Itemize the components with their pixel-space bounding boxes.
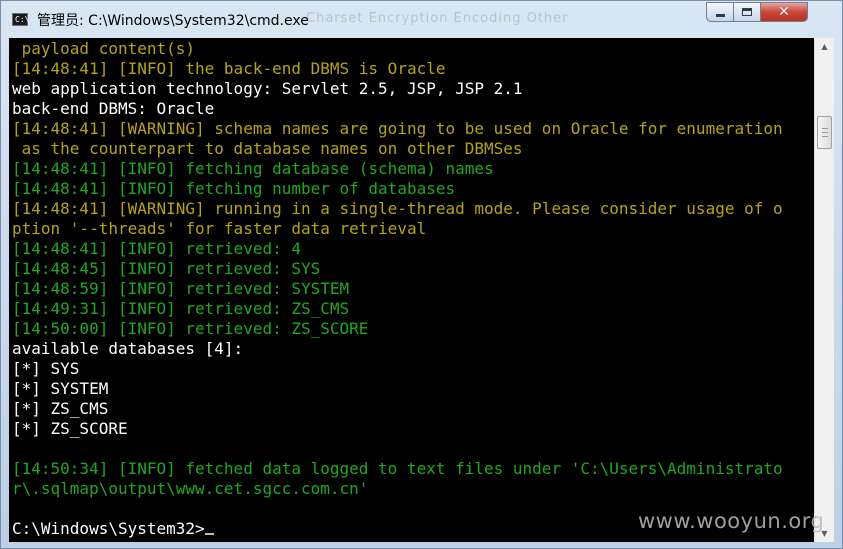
console-line: [14:48:41] [INFO] fetching number of dat… — [12, 179, 456, 198]
maximize-button[interactable] — [734, 2, 761, 22]
minimize-icon — [715, 14, 725, 17]
console-line: [14:48:41] [INFO] fetching database (sch… — [12, 159, 494, 178]
console-lines: payload content(s) [14:48:41] [INFO] the … — [12, 39, 783, 539]
console-line: back-end DBMS: Oracle — [12, 99, 215, 118]
command-prompt: C:\Windows\System32> — [12, 519, 205, 538]
close-button[interactable]: ✕ — [761, 2, 808, 22]
close-icon: ✕ — [778, 4, 790, 20]
scroll-up-icon[interactable]: ▲ — [815, 38, 834, 55]
console-line: [*] SYSTEM — [12, 379, 109, 398]
console-line: [14:48:41] [INFO] retrieved: 4 — [12, 239, 301, 258]
minimize-button[interactable] — [706, 2, 734, 22]
console-output-area[interactable]: payload content(s) [14:48:41] [INFO] the … — [9, 38, 814, 542]
console-line: [14:50:00] [INFO] retrieved: ZS_SCORE — [12, 319, 369, 338]
grip-icon — [822, 128, 828, 137]
console-line: [*] SYS — [12, 359, 80, 378]
console-line: r\.sqlmap\output\www.cet.sgcc.com.cn' — [12, 479, 369, 498]
background-menu-text: Charset Encryption Encoding Other — [306, 11, 569, 26]
console-line: [14:48:45] [INFO] retrieved: SYS — [12, 259, 321, 278]
console-line: [*] ZS_SCORE — [12, 419, 128, 438]
window-title: 管理员: C:\Windows\System32\cmd.exe — [37, 13, 309, 29]
console-line: [*] ZS_CMS — [12, 399, 109, 418]
app-icon-label: C:\ — [15, 15, 30, 24]
console-line: ption '--threads' for faster data retrie… — [12, 219, 427, 238]
watermark: www.wooyun.org — [638, 509, 825, 533]
console-line: available databases [4]: — [12, 339, 244, 358]
scrollbar-thumb[interactable] — [817, 116, 832, 149]
console-line: [14:49:31] [INFO] retrieved: ZS_CMS — [12, 299, 350, 318]
console-line: web application technology: Servlet 2.5,… — [12, 79, 523, 98]
maximize-icon — [742, 8, 752, 16]
cmd-window: Charset Encryption Encoding Other C:\ 管理… — [0, 0, 843, 549]
vertical-scrollbar[interactable]: ▲ ▼ — [814, 38, 834, 542]
console-line: [14:48:41] [WARNING] schema names are go… — [12, 119, 783, 138]
console-line: payload content(s) — [12, 39, 196, 58]
title-bar[interactable]: Charset Encryption Encoding Other C:\ 管理… — [1, 1, 843, 37]
console-line: as the counterpart to database names on … — [12, 139, 523, 158]
text-cursor — [204, 533, 214, 535]
console-line: [14:48:41] [WARNING] running in a single… — [12, 199, 783, 218]
console-line: [14:48:59] [INFO] retrieved: SYSTEM — [12, 279, 350, 298]
console-line: [14:48:41] [INFO] the back-end DBMS is O… — [12, 59, 446, 78]
console-line: [14:50:34] [INFO] fetched data logged to… — [12, 459, 783, 478]
caption-buttons: ✕ — [706, 2, 834, 23]
cmd-app-icon[interactable]: C:\ — [12, 13, 30, 26]
